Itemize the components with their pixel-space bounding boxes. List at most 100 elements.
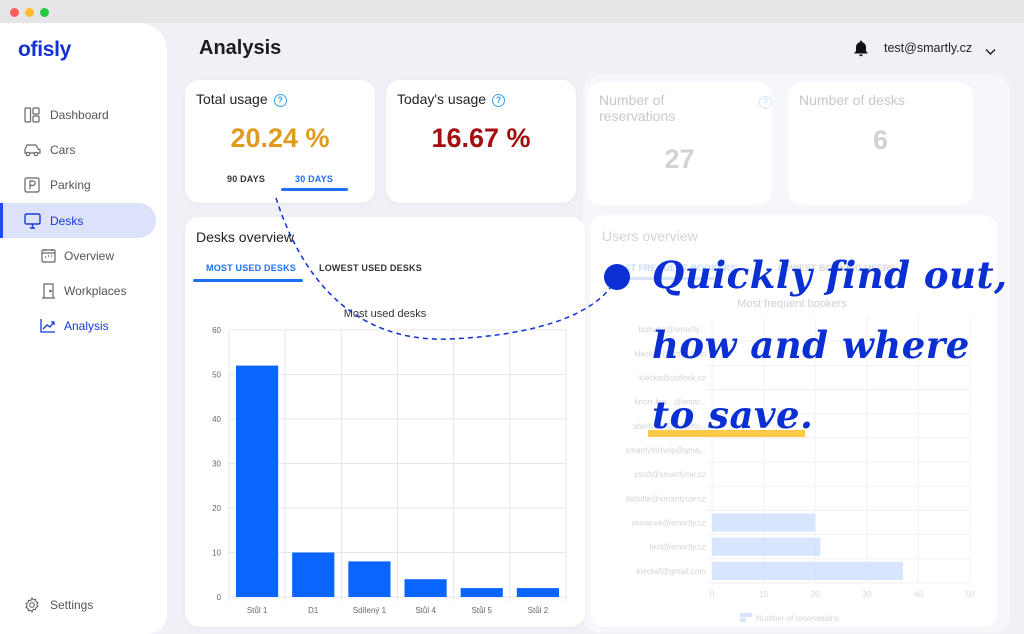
card-title: Number of desks: [799, 92, 905, 108]
window-minimize-button[interactable]: [25, 8, 34, 17]
active-tab-indicator: [281, 188, 348, 191]
bar: [348, 561, 391, 597]
bar: [292, 552, 335, 597]
chevron-down-icon[interactable]: [985, 43, 996, 61]
bar: [460, 588, 503, 597]
parking-icon: [23, 176, 41, 194]
dashboard-icon: [23, 106, 41, 124]
x-tick-label: Sdílený 1: [353, 606, 387, 615]
card-title: Number of reservations: [599, 92, 676, 124]
desks-count-value: 6: [872, 125, 889, 155]
y-tick-label: 50: [212, 371, 221, 380]
x-tick-label: D1: [308, 606, 319, 615]
y-tick-label: 30: [212, 460, 221, 469]
y-tick-label: 60: [212, 326, 221, 335]
tab-90-days[interactable]: 90 DAYS: [227, 174, 265, 184]
card-title: Total usage?: [196, 91, 287, 107]
y-tick-label: 40: [212, 415, 221, 424]
bar: [712, 513, 816, 532]
bar: [236, 365, 279, 597]
legend-icon: [740, 618, 746, 622]
sidebar-item-label: Overview: [64, 248, 115, 263]
today-usage-value: 16.67 %: [431, 123, 531, 153]
callout-line-3: to save.: [652, 393, 814, 437]
card-title: Desks overview: [196, 229, 295, 245]
y-tick-label: klecka@outlook.cz: [639, 373, 706, 382]
y-tick-label: test@smartly.cz: [650, 543, 706, 552]
sidebar: ofisly Dashboard Cars Parking Desks Over…: [0, 23, 167, 634]
legend-label: Number of reservations: [756, 614, 839, 623]
monitor-icon: [23, 212, 41, 230]
bell-icon[interactable]: [853, 39, 869, 62]
y-tick-label: smartlyforhelp@gma...: [625, 446, 706, 455]
bar: [712, 537, 821, 556]
x-tick-label: 20: [811, 590, 820, 599]
bar: [712, 561, 903, 580]
reservations-value: 27: [664, 144, 695, 174]
sidebar-item-label: Settings: [50, 597, 94, 612]
y-tick-label: 0: [217, 593, 222, 602]
callout-line-1: Quickly find out,: [652, 253, 1008, 297]
tab-30-days[interactable]: 30 DAYS: [295, 174, 333, 184]
sidebar-item-desks[interactable]: Desks: [0, 203, 156, 238]
y-tick-label: slovacek@smartly.cz: [631, 519, 706, 528]
desks-count-card: Number of desks 6: [788, 82, 973, 205]
callout-line-2: how and where: [652, 323, 970, 367]
x-tick-label: Stůl 5: [472, 606, 493, 615]
help-icon[interactable]: ?: [759, 96, 772, 109]
x-tick-label: Stůl 1: [247, 606, 268, 615]
page-title: Analysis: [199, 37, 282, 59]
y-tick-label: ysoft@smartlycar.cz: [634, 470, 706, 479]
window-maximize-button[interactable]: [40, 8, 49, 17]
active-tab-indicator: [193, 279, 303, 282]
x-tick-label: 10: [759, 590, 768, 599]
user-menu[interactable]: test@smartly.cz: [884, 41, 972, 55]
bar: [404, 579, 447, 597]
bar: [516, 588, 559, 597]
sidebar-item-label: Analysis: [64, 318, 109, 333]
today-usage-card: Today's usage? 16.67 %: [386, 80, 576, 203]
tab-most-used-desks[interactable]: MOST USED DESKS: [206, 263, 296, 273]
car-icon: [23, 141, 41, 159]
sidebar-item-label: Cars: [50, 142, 76, 157]
x-tick-label: Stůl 2: [528, 606, 549, 615]
card-title: Users overview: [602, 228, 698, 244]
legend-icon: [740, 613, 752, 617]
logo[interactable]: ofisly: [18, 38, 71, 62]
x-tick-label: 40: [914, 590, 923, 599]
chart-title: Most frequent bookers: [737, 298, 847, 310]
sidebar-item-cars[interactable]: Cars: [0, 132, 156, 167]
reservations-card: Number of reservations ? 27: [587, 82, 772, 205]
total-usage-card: Total usage? 20.24 % 90 DAYS 30 DAYS: [185, 80, 375, 203]
y-tick-label: 10: [212, 549, 221, 558]
calendar-icon: [39, 247, 57, 265]
sidebar-item-overview[interactable]: Overview: [0, 238, 156, 273]
x-tick-label: 0: [710, 590, 715, 599]
sidebar-item-settings[interactable]: Settings: [0, 587, 156, 622]
window-titlebar: [0, 0, 1024, 24]
chart-title: Most used desks: [344, 308, 427, 320]
most-used-desks-chart: Most used desks 0 10 20 30 40 50 60 Stůl 1 D1 Sdíl…: [212, 308, 567, 615]
help-icon[interactable]: ?: [492, 93, 506, 107]
app-window: ofisly Dashboard Cars Parking Desks Over…: [0, 23, 1024, 634]
y-tick-label: 20: [212, 504, 221, 513]
tab-lowest-used-desks[interactable]: LOWEST USED DESKS: [319, 263, 422, 273]
y-tick-label: deloitte@smartlycar.cz: [625, 494, 706, 503]
y-tick-label: kleckaf@gmail.com: [637, 567, 707, 576]
x-tick-label: 50: [966, 590, 975, 599]
chart-line-icon: [39, 317, 57, 335]
sidebar-item-dashboard[interactable]: Dashboard: [0, 97, 156, 132]
window-close-button[interactable]: [10, 8, 19, 17]
x-tick-label: Stůl 4: [415, 606, 436, 615]
sidebar-item-label: Workplaces: [64, 283, 127, 298]
gear-icon: [23, 596, 41, 614]
sidebar-item-label: Desks: [50, 213, 84, 228]
sidebar-item-analysis[interactable]: Analysis: [0, 308, 156, 343]
sidebar-item-label: Parking: [50, 177, 91, 192]
help-icon[interactable]: ?: [273, 93, 287, 107]
sidebar-item-workplaces[interactable]: Workplaces: [0, 273, 156, 308]
total-usage-value: 20.24 %: [230, 123, 330, 153]
sidebar-item-parking[interactable]: Parking: [0, 167, 156, 202]
door-icon: [39, 282, 57, 300]
x-tick-label: 30: [862, 590, 871, 599]
